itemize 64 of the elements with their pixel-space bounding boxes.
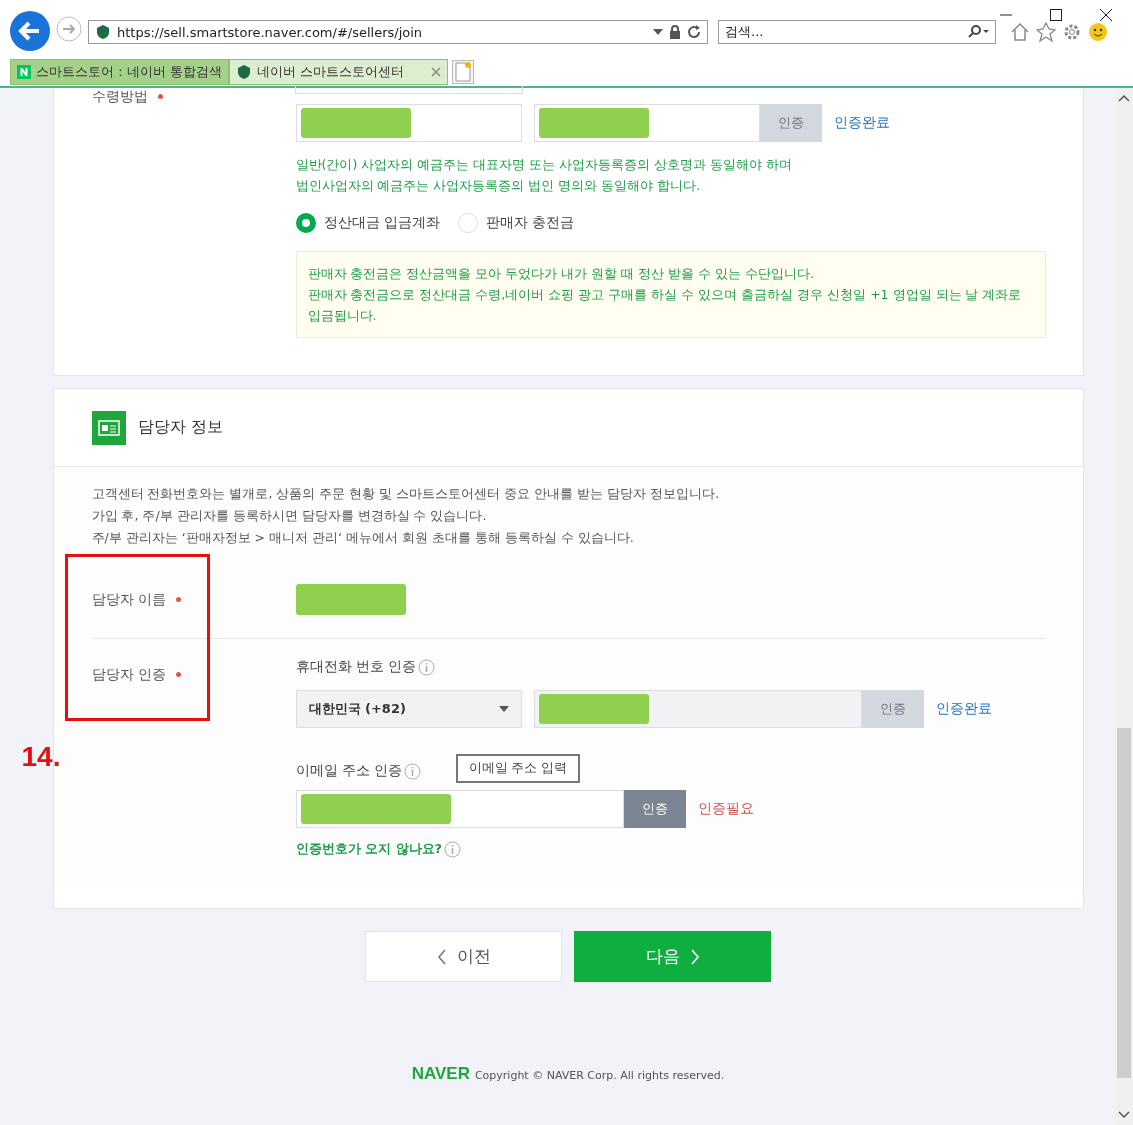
scrollbar[interactable] bbox=[1115, 88, 1133, 1125]
dropdown-icon bbox=[498, 706, 509, 712]
naver-logo: NAVER bbox=[411, 1064, 470, 1084]
field-label: 수령방법 bbox=[91, 88, 148, 106]
site-icon bbox=[95, 24, 111, 40]
address-bar[interactable]: https://sell.smartstore.naver.com/#/sellers/join bbox=[88, 20, 708, 44]
scroll-up-icon[interactable] bbox=[1118, 94, 1130, 102]
back-icon[interactable] bbox=[10, 11, 50, 51]
required-dot bbox=[175, 672, 181, 677]
chevron-left-icon bbox=[436, 948, 447, 965]
info-icon[interactable] bbox=[404, 762, 422, 780]
id-card-icon bbox=[91, 410, 126, 445]
dropdown-icon[interactable] bbox=[653, 29, 663, 35]
verification-status: 인증완료 bbox=[935, 700, 992, 718]
input-field[interactable] bbox=[295, 104, 522, 142]
forward-icon[interactable] bbox=[56, 16, 82, 42]
scrollbar-thumb[interactable] bbox=[1117, 728, 1131, 1078]
info-icon[interactable] bbox=[418, 658, 436, 676]
field-label: 이메일 주소 인증 bbox=[295, 762, 403, 780]
info-icon[interactable] bbox=[444, 840, 462, 858]
naver-n-icon bbox=[17, 65, 31, 79]
field-label: 담당자 이름 bbox=[91, 590, 166, 609]
close-icon[interactable] bbox=[1099, 8, 1113, 22]
maximize-icon[interactable] bbox=[1049, 8, 1063, 22]
site-icon bbox=[235, 64, 252, 80]
home-icon[interactable] bbox=[1010, 22, 1030, 42]
radio-option[interactable]: 판매자 충전금 bbox=[457, 213, 575, 233]
verification-status: 인증필요 bbox=[697, 800, 754, 818]
chevron-right-icon bbox=[689, 948, 700, 965]
notice-text: 일반(간이) 사업자의 예금주는 대표자명 또는 사업자등록증의 상호명과 동일해야 하며 bbox=[295, 156, 794, 174]
field-label: 휴대전화 번호 인증 bbox=[295, 658, 417, 676]
star-icon[interactable] bbox=[1036, 22, 1056, 42]
input-field[interactable] bbox=[533, 104, 760, 142]
description-text: 가입 후, 주/부 관리자를 등록하시면 담당자를 변경하실 수 있습니다. bbox=[91, 507, 488, 525]
verification-status: 인증완료 bbox=[833, 114, 890, 132]
scroll-down-icon[interactable] bbox=[1118, 1111, 1130, 1119]
copyright-text: Copyright © NAVER Corp. All rights reserved. bbox=[474, 1069, 725, 1082]
previous-button[interactable]: 이전 bbox=[365, 931, 562, 982]
description-text: 주/부 관리자는 ‘판매자정보 > 매니저 관리‘ 메뉴에서 회원 초대를 통해 등록하실 수 있습니다. bbox=[91, 529, 635, 547]
browser-tab[interactable]: 스마트스토어 : 네이버 통합검색 bbox=[10, 59, 229, 85]
input-field[interactable] bbox=[533, 690, 862, 728]
verify-button[interactable]: 인증 bbox=[623, 790, 686, 828]
refresh-icon[interactable] bbox=[687, 25, 701, 39]
radio-option[interactable]: 정산대금 입금계좌 bbox=[295, 213, 440, 233]
search-icon[interactable] bbox=[967, 25, 989, 39]
required-dot bbox=[157, 94, 163, 99]
input-field[interactable] bbox=[294, 86, 523, 94]
info-text: 판매자 충전금은 정산금액을 모아 두었다가 내가 원할 때 정산 받을 수 있는 수단입니다. bbox=[307, 265, 816, 283]
field-label: 담당자 인증 bbox=[91, 666, 166, 684]
required-dot bbox=[175, 596, 181, 602]
section-title: 담당자 정보 bbox=[137, 417, 223, 438]
smiley-icon[interactable] bbox=[1088, 22, 1108, 42]
lock-icon bbox=[669, 25, 681, 39]
country-select[interactable]: 대한민국 (+82) bbox=[295, 690, 522, 728]
tab-close-icon[interactable] bbox=[430, 67, 441, 77]
description-text: 고객센터 전화번호와는 별개로, 상품의 주문 현황 및 스마트스토어센터 중요 안내를 받는 담당자 정보입니다. bbox=[91, 485, 721, 503]
step-number: 14. bbox=[21, 741, 61, 773]
info-text: 판매자 충전금으로 정산대금 수령,네이버 쇼핑 광고 구매를 하실 수 있으며 출금하실 경우 신청일 +1 영업일 되는 날 계좌로 입금됩니다. bbox=[307, 286, 1023, 325]
search-field[interactable]: 검색... bbox=[718, 20, 996, 44]
input-field[interactable] bbox=[295, 790, 624, 828]
browser-tab[interactable]: 네이버 스마트스토어센터 bbox=[228, 59, 448, 85]
new-tab-icon[interactable] bbox=[451, 60, 474, 84]
tooltip: 이메일 주소 입력 bbox=[455, 754, 581, 783]
notice-text: 법인사업자의 예금주는 사업자등록증의 법인 명의와 동일해야 합니다. bbox=[295, 177, 702, 195]
